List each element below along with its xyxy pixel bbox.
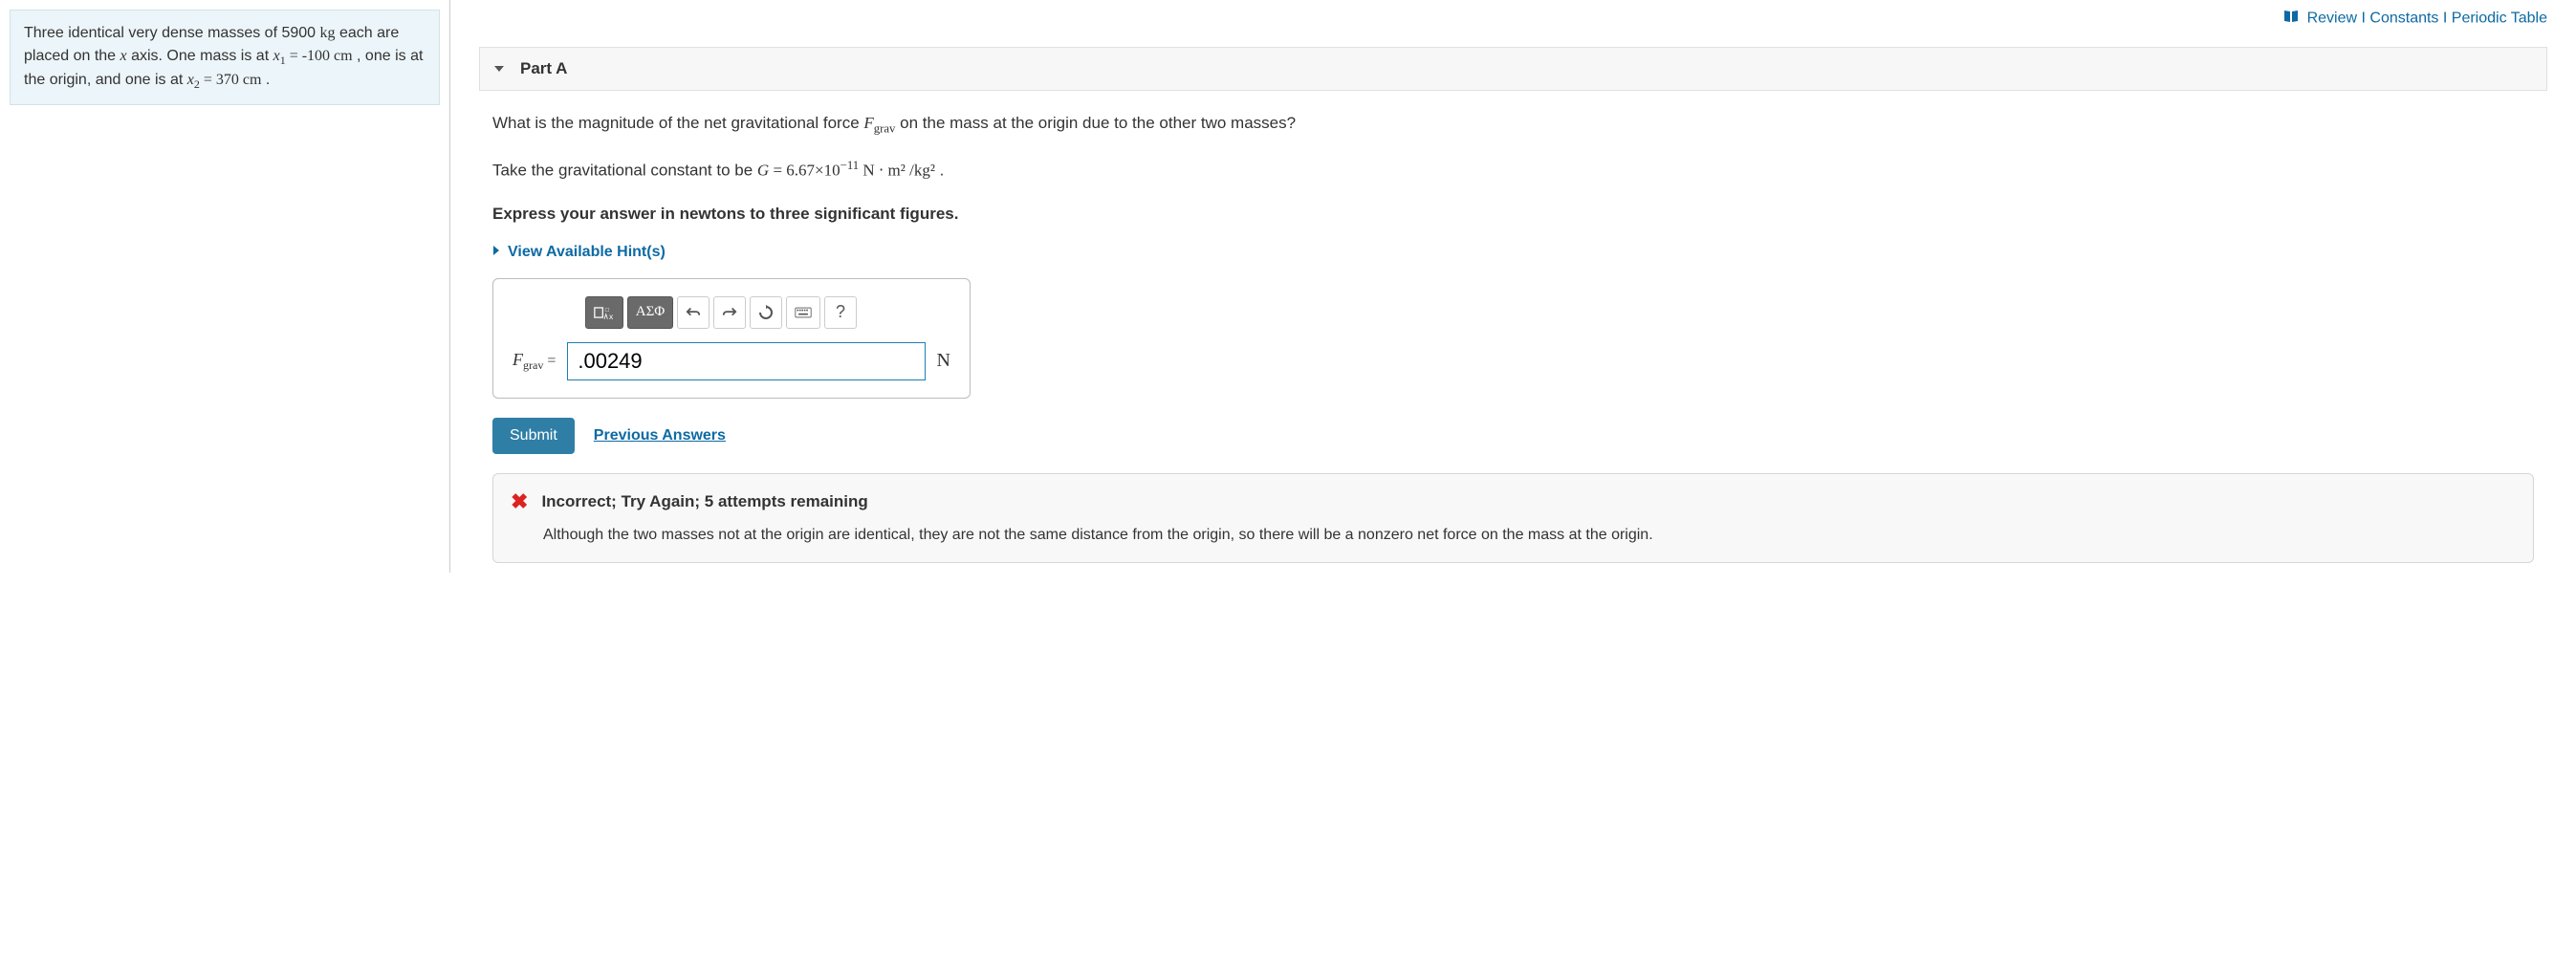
q2-exp: −11: [840, 159, 859, 172]
previous-answers-link[interactable]: Previous Answers: [594, 427, 726, 444]
unit-cm: cm: [334, 48, 353, 64]
undo-button[interactable]: [677, 296, 709, 329]
problem-text: = 370: [200, 72, 243, 88]
question-1: What is the magnitude of the net gravita…: [492, 110, 2534, 139]
eq-sign: =: [543, 353, 556, 369]
unit-kg: kg: [320, 25, 336, 41]
link-sep: I: [2357, 11, 2369, 27]
f-sub: grav: [523, 358, 543, 372]
problem-statement: Three identical very dense masses of 590…: [10, 10, 440, 105]
answer-input[interactable]: [567, 342, 925, 380]
hints-label: View Available Hint(s): [508, 244, 666, 261]
g-var: G: [757, 161, 769, 179]
problem-text: Three identical very dense masses of 590…: [24, 25, 320, 41]
problem-text: axis. One mass is at: [127, 48, 273, 64]
review-link[interactable]: Review: [2307, 11, 2357, 27]
f-var: F: [513, 350, 523, 369]
problem-text: = -100: [286, 48, 334, 64]
view-hints-link[interactable]: View Available Hint(s): [492, 244, 2534, 261]
answer-var: Fgrav =: [513, 350, 556, 373]
f-grav-sub: grav: [874, 121, 896, 135]
x1-var: x: [273, 48, 280, 64]
redo-button[interactable]: [713, 296, 746, 329]
greek-button[interactable]: ΑΣΦ: [627, 296, 673, 329]
answer-unit: N: [937, 350, 950, 372]
incorrect-icon: ✖: [511, 489, 528, 514]
feedback-header-text: Incorrect; Try Again; 5 attempts remaini…: [541, 492, 867, 511]
part-title: Part A: [520, 59, 567, 78]
x-axis-var: x: [120, 48, 127, 64]
f-grav-var: F: [863, 114, 873, 132]
question-3: Express your answer in newtons to three …: [492, 201, 2534, 227]
reset-button[interactable]: [750, 296, 782, 329]
periodic-table-link[interactable]: Periodic Table: [2452, 11, 2547, 27]
svg-text:x: x: [609, 312, 614, 321]
q1-text: What is the magnitude of the net gravita…: [492, 114, 863, 132]
unit-cm: cm: [243, 72, 262, 88]
equation-toolbar: □x ΑΣΦ ?: [585, 296, 950, 329]
q1-text: on the mass at the origin due to the oth…: [895, 114, 1296, 132]
templates-button[interactable]: □x: [585, 296, 623, 329]
book-icon: [2283, 10, 2299, 28]
help-button[interactable]: ?: [824, 296, 857, 329]
q2-units: N ⋅ m² /kg²: [859, 161, 935, 179]
answer-box: □x ΑΣΦ ?: [492, 278, 971, 399]
q2-text: Take the gravitational constant to be: [492, 161, 757, 179]
q2-end: .: [935, 161, 944, 179]
part-header[interactable]: Part A: [479, 47, 2547, 91]
constants-link[interactable]: Constants: [2369, 11, 2438, 27]
problem-text: .: [261, 72, 270, 88]
x2-var: x: [187, 72, 194, 88]
feedback-body-text: Although the two masses not at the origi…: [543, 524, 2516, 547]
submit-button[interactable]: Submit: [492, 418, 575, 454]
top-links: Review I Constants I Periodic Table: [479, 10, 2547, 28]
keyboard-button[interactable]: [786, 296, 820, 329]
feedback-box: ✖ Incorrect; Try Again; 5 attempts remai…: [492, 473, 2534, 563]
triangle-right-icon: [492, 244, 500, 261]
q2-eq: = 6.67×10: [769, 161, 840, 179]
caret-down-icon: [493, 60, 505, 77]
link-sep: I: [2438, 11, 2451, 27]
question-2: Take the gravitational constant to be G …: [492, 156, 2534, 184]
